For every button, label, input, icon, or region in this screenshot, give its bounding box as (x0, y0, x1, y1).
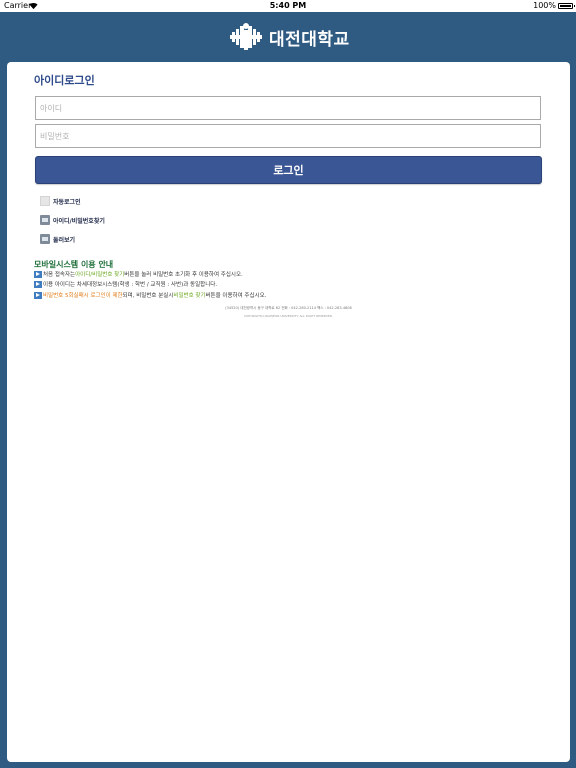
guide-line3-highlight2: 비밀번호 찾기 (173, 293, 206, 299)
look-around-link[interactable]: 둘러보기 (40, 234, 75, 244)
id-input[interactable] (35, 96, 541, 120)
find-id-password-label: 아이디/비밀번호찾기 (53, 217, 105, 225)
play-bullet-icon (34, 270, 42, 278)
status-bar: Carrier 5:40 PM 100% (0, 0, 576, 12)
guide-line1-highlight: 아이디/비밀번호 찾기 (75, 272, 125, 278)
password-input[interactable] (35, 124, 541, 148)
guide-line3-highlight1: 비밀번호 5회실패시 로그인이 제한 (43, 293, 123, 299)
play-bullet-icon (34, 280, 42, 288)
footer-copyright: COPYRIGHT(C)DAEJEON UNIVERSITY. ALL RIGH… (243, 314, 334, 318)
guide-line3-suffix: 버튼을 이용하여 주십시오. (205, 293, 267, 299)
app-header: 대전대학교 (0, 12, 576, 62)
guide-line-first-access: 처음 접속자는 아이디/비밀번호 찾기 버튼을 눌러 비밀번호 초기화 후 이용… (34, 270, 243, 278)
guide-line3-middle: 되며, 비밀번호 분실시 (122, 293, 174, 299)
guide-line2-text: 이용 아이디는 차세대정보시스템(학생 : 학번 / 교직원 : 사번)과 동일… (43, 282, 218, 288)
logo-text: 대전대학교 (269, 29, 350, 50)
guide-title: 모바일시스템 이용 안내 (34, 260, 114, 269)
battery-percent: 100% (533, 1, 556, 10)
auto-login-label: 자동로그인 (53, 198, 81, 206)
look-around-label: 둘러보기 (53, 236, 76, 244)
find-id-password-link[interactable]: 아이디/비밀번호찾기 (40, 215, 105, 225)
guide-line1-prefix: 처음 접속자는 (43, 272, 76, 278)
status-time: 5:40 PM (269, 1, 307, 10)
login-card: 아이디로그인 로그인 자동로그인 아이디/비밀번호찾기 둘러보기 모바일시스템 … (7, 62, 570, 762)
guide-line-id-info: 이용 아이디는 차세대정보시스템(학생 : 학번 / 교직원 : 사번)과 동일… (34, 280, 217, 288)
logo-emblem-icon (230, 23, 262, 50)
university-logo: 대전대학교 (229, 21, 350, 53)
auto-login-checkbox[interactable] (40, 196, 50, 206)
login-title: 아이디로그인 (34, 74, 95, 87)
login-button[interactable]: 로그인 (35, 156, 542, 184)
battery-icon (558, 3, 575, 9)
auto-login-option[interactable]: 자동로그인 (40, 196, 81, 206)
guide-line1-suffix: 버튼을 눌러 비밀번호 초기화 후 이용하여 주십시오. (124, 272, 243, 278)
look-around-icon (40, 234, 50, 244)
find-account-icon (40, 215, 50, 225)
play-bullet-icon (34, 291, 42, 299)
guide-line-password-limit: 비밀번호 5회실패시 로그인이 제한 되며, 비밀번호 분실시 비밀번호 찾기 … (34, 291, 266, 299)
footer-address: (34520) 대전광역시 동구 대학로 62 전화 : 042-280-211… (225, 306, 352, 310)
